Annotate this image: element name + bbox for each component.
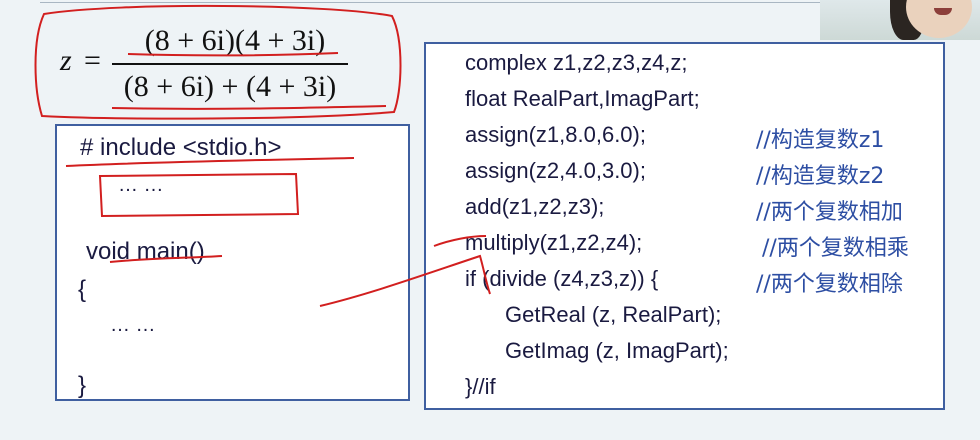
comment-construct-z2: //构造复数z2 bbox=[756, 164, 885, 189]
main-signature: void main() bbox=[86, 238, 205, 265]
code-line-end-if: }//if bbox=[465, 374, 496, 399]
code-line-if-divide: if (divide (z4,z3,z)) { bbox=[465, 266, 659, 291]
open-brace: { bbox=[78, 276, 87, 303]
ellipsis-top: … … bbox=[118, 174, 164, 196]
code-line-declare-float: float RealPart,ImagPart; bbox=[465, 86, 700, 111]
code-line-get-real: GetReal (z, RealPart); bbox=[505, 302, 722, 327]
code-line-assign-z1: assign(z1,8.0,6.0); bbox=[465, 122, 646, 147]
formula-numerator: (8 + 6i)(4 + 3i) bbox=[144, 24, 326, 57]
close-brace: } bbox=[78, 372, 87, 399]
formula-equals: = bbox=[84, 44, 101, 77]
presenter-webcam bbox=[820, 0, 980, 40]
code-line-assign-z2: assign(z2,4.0,3.0); bbox=[465, 158, 646, 183]
include-line: # include <stdio.h> bbox=[80, 134, 282, 161]
formula-lhs: z bbox=[60, 44, 72, 77]
code-line-get-imag: GetImag (z, ImagPart); bbox=[505, 338, 729, 363]
top-rule bbox=[40, 2, 820, 3]
formula: z = (8 + 6i)(4 + 3i) (8 + 6i) + (4 + 3i) bbox=[36, 8, 402, 114]
comment-construct-z1: //构造复数z1 bbox=[756, 128, 885, 153]
comment-add: //两个复数相加 bbox=[756, 200, 903, 225]
code-line-declare-complex: complex z1,z2,z3,z4,z; bbox=[465, 50, 688, 75]
comment-multiply: //两个复数相乘 bbox=[762, 236, 909, 261]
code-line-add: add(z1,z2,z3); bbox=[465, 194, 605, 219]
code-line-multiply: multiply(z1,z2,z4); bbox=[465, 230, 643, 255]
fraction-bar bbox=[112, 63, 348, 65]
formula-denominator: (8 + 6i) + (4 + 3i) bbox=[123, 70, 337, 103]
ellipsis-body: … … bbox=[110, 314, 156, 336]
comment-divide: //两个复数相除 bbox=[756, 272, 903, 297]
